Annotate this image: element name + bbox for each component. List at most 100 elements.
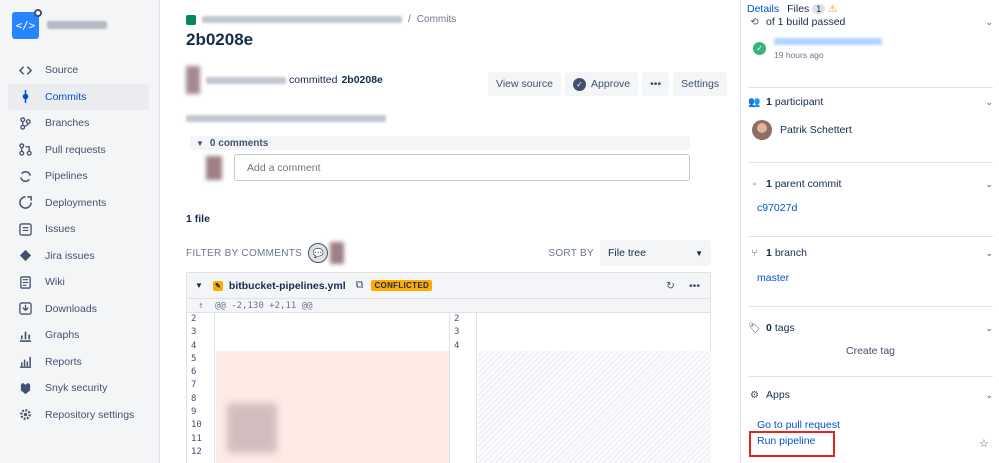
author-name-redacted[interactable]: [206, 76, 286, 84]
sort-label: SORT BY: [548, 247, 594, 259]
parent-count: 1: [766, 178, 772, 190]
pull-requests-icon: [18, 143, 32, 157]
participants-header[interactable]: 👥 1 participant ⌄: [748, 90, 993, 114]
breadcrumb-redacted[interactable]: [202, 16, 402, 23]
line-number[interactable]: 11: [187, 433, 214, 446]
diff-header: ▼ ✎ bitbucket-pipelines.yml ⧉ CONFLICTED…: [187, 273, 710, 299]
people-icon: 👥: [748, 96, 761, 108]
expand-up-icon[interactable]: ↑: [187, 301, 215, 311]
collapse-chevron-icon[interactable]: ▼: [195, 281, 203, 290]
line-number[interactable]: 4: [187, 340, 214, 353]
more-icon[interactable]: •••: [689, 280, 700, 292]
filter-avatars: 💬: [308, 242, 345, 264]
apps-header[interactable]: ⚙ Apps ⌄: [748, 383, 993, 407]
sidebar-item-issues[interactable]: Issues: [0, 216, 159, 243]
comment-filter-icon[interactable]: 💬: [308, 243, 329, 263]
line-number[interactable]: 3: [450, 326, 476, 339]
comments-toggle[interactable]: ▼ 0 comments: [190, 136, 690, 150]
sidebar-item-label: Reports: [45, 355, 82, 368]
approve-button[interactable]: ✓ Approve: [565, 72, 639, 96]
repo-icon: [186, 14, 196, 25]
tag-icon: 🏷: [748, 322, 761, 334]
sidebar-item-jira-issues[interactable]: Jira issues: [0, 243, 159, 270]
sidebar-item-graphs[interactable]: Graphs: [0, 322, 159, 349]
tags-label: tags: [774, 322, 795, 334]
line-number[interactable]: 2: [450, 313, 476, 326]
details-panel: Details Files 1 ⚠ ⟲ of 1 build passed ⌄ ✓ …: [740, 0, 999, 463]
sidebar-item-deployments[interactable]: Deployments: [0, 190, 159, 217]
avatar: [752, 120, 772, 140]
builds-header[interactable]: ⟲ of 1 build passed ⌄: [748, 12, 993, 32]
settings-button[interactable]: Settings: [673, 72, 728, 96]
tags-header[interactable]: 🏷 0 tags ⌄: [748, 316, 993, 340]
branch-header[interactable]: ⑂ 1 branch ⌄: [748, 241, 994, 265]
line-number[interactable]: 10: [187, 419, 214, 432]
participants-label: participant: [774, 96, 824, 108]
downloads-icon: [18, 302, 32, 316]
sidebar-item-commits[interactable]: Commits: [8, 83, 149, 110]
line-number[interactable]: 4: [450, 340, 476, 353]
comments-count: 0 comments: [209, 137, 269, 149]
sidebar-item-downloads[interactable]: Downloads: [0, 296, 159, 323]
line-number[interactable]: 7: [187, 379, 214, 392]
sidebar-item-pull-requests[interactable]: Pull requests: [0, 137, 159, 164]
approve-label: Approve: [591, 78, 631, 90]
highlight-box: [749, 431, 835, 457]
parent-commit-link[interactable]: c97027d: [757, 202, 797, 214]
line-number[interactable]: 5: [187, 353, 214, 366]
commit-message-redacted: [186, 115, 386, 122]
breadcrumb-commits[interactable]: Commits: [417, 14, 456, 25]
line-number[interactable]: 6: [187, 366, 214, 379]
diff-filename[interactable]: bitbucket-pipelines.yml: [229, 280, 346, 292]
repo-name-redacted[interactable]: [47, 21, 107, 29]
sidebar-item-snyk-security[interactable]: Snyk security: [0, 375, 159, 402]
sidebar-item-reports[interactable]: Reports: [0, 349, 159, 376]
avatar[interactable]: [330, 242, 345, 264]
participants-count: 1: [766, 96, 772, 108]
participant[interactable]: Patrik Schettert: [748, 114, 993, 140]
sidebar-item-branches[interactable]: Branches: [0, 110, 159, 137]
chevron-down-icon: ⌄: [985, 322, 993, 333]
sidebar-item-label: Branches: [45, 117, 90, 130]
sidebar-item-source[interactable]: Source: [0, 57, 159, 84]
line-number[interactable]: 2: [187, 313, 214, 326]
line-number[interactable]: 8: [187, 393, 214, 406]
sort-select[interactable]: File tree ▼: [600, 240, 711, 266]
commit-toolbar: View source ✓ Approve ••• Settings: [488, 72, 728, 96]
sidebar-item-repository-settings[interactable]: Repository settings: [0, 402, 159, 429]
reports-icon: [18, 355, 32, 369]
tags-count: 0: [766, 322, 772, 334]
apps-icon: ⚙: [750, 389, 759, 401]
page-title: 2b0208e: [186, 30, 254, 49]
comment-input[interactable]: [234, 154, 690, 181]
more-actions-button[interactable]: •••: [642, 72, 670, 96]
sidebar-item-label: Source: [45, 64, 79, 77]
repo-avatar[interactable]: </>: [12, 8, 42, 39]
chevron-down-icon: ⌄: [985, 96, 993, 107]
line-number[interactable]: 9: [187, 406, 214, 419]
sidebar-item-label: Pipelines: [45, 170, 88, 183]
create-tag-button[interactable]: Create tag: [748, 340, 993, 357]
comment-row: [206, 154, 690, 181]
diff-actions: ↻ •••: [666, 280, 700, 292]
empty-lines: [478, 351, 711, 463]
builds-summary: of 1 build passed: [766, 16, 846, 28]
refresh-icon[interactable]: ↻: [666, 280, 675, 292]
settings-icon: [18, 408, 32, 422]
sidebar-item-pipelines[interactable]: Pipelines: [0, 163, 159, 190]
branch-link[interactable]: master: [757, 272, 789, 284]
copy-icon[interactable]: ⧉: [356, 279, 364, 292]
sidebar-item-wiki[interactable]: Wiki: [0, 269, 159, 296]
sidebar-item-label: Repository settings: [45, 408, 135, 421]
star-icon[interactable]: ☆: [979, 437, 989, 450]
author-avatar[interactable]: [186, 66, 200, 94]
go-to-pull-request-link[interactable]: Go to pull request: [757, 419, 840, 431]
line-number[interactable]: 3: [187, 326, 214, 339]
build-link-redacted[interactable]: [774, 38, 882, 45]
chevron-down-icon: ⌄: [985, 16, 993, 27]
parent-commit-header[interactable]: ◦ 1 parent commit ⌄: [748, 172, 993, 196]
parent-commit-section: ◦ 1 parent commit ⌄ c97027d: [748, 172, 993, 237]
view-source-button[interactable]: View source: [488, 72, 562, 96]
participant-name: Patrik Schettert: [780, 124, 852, 136]
line-number[interactable]: 12: [187, 446, 214, 459]
